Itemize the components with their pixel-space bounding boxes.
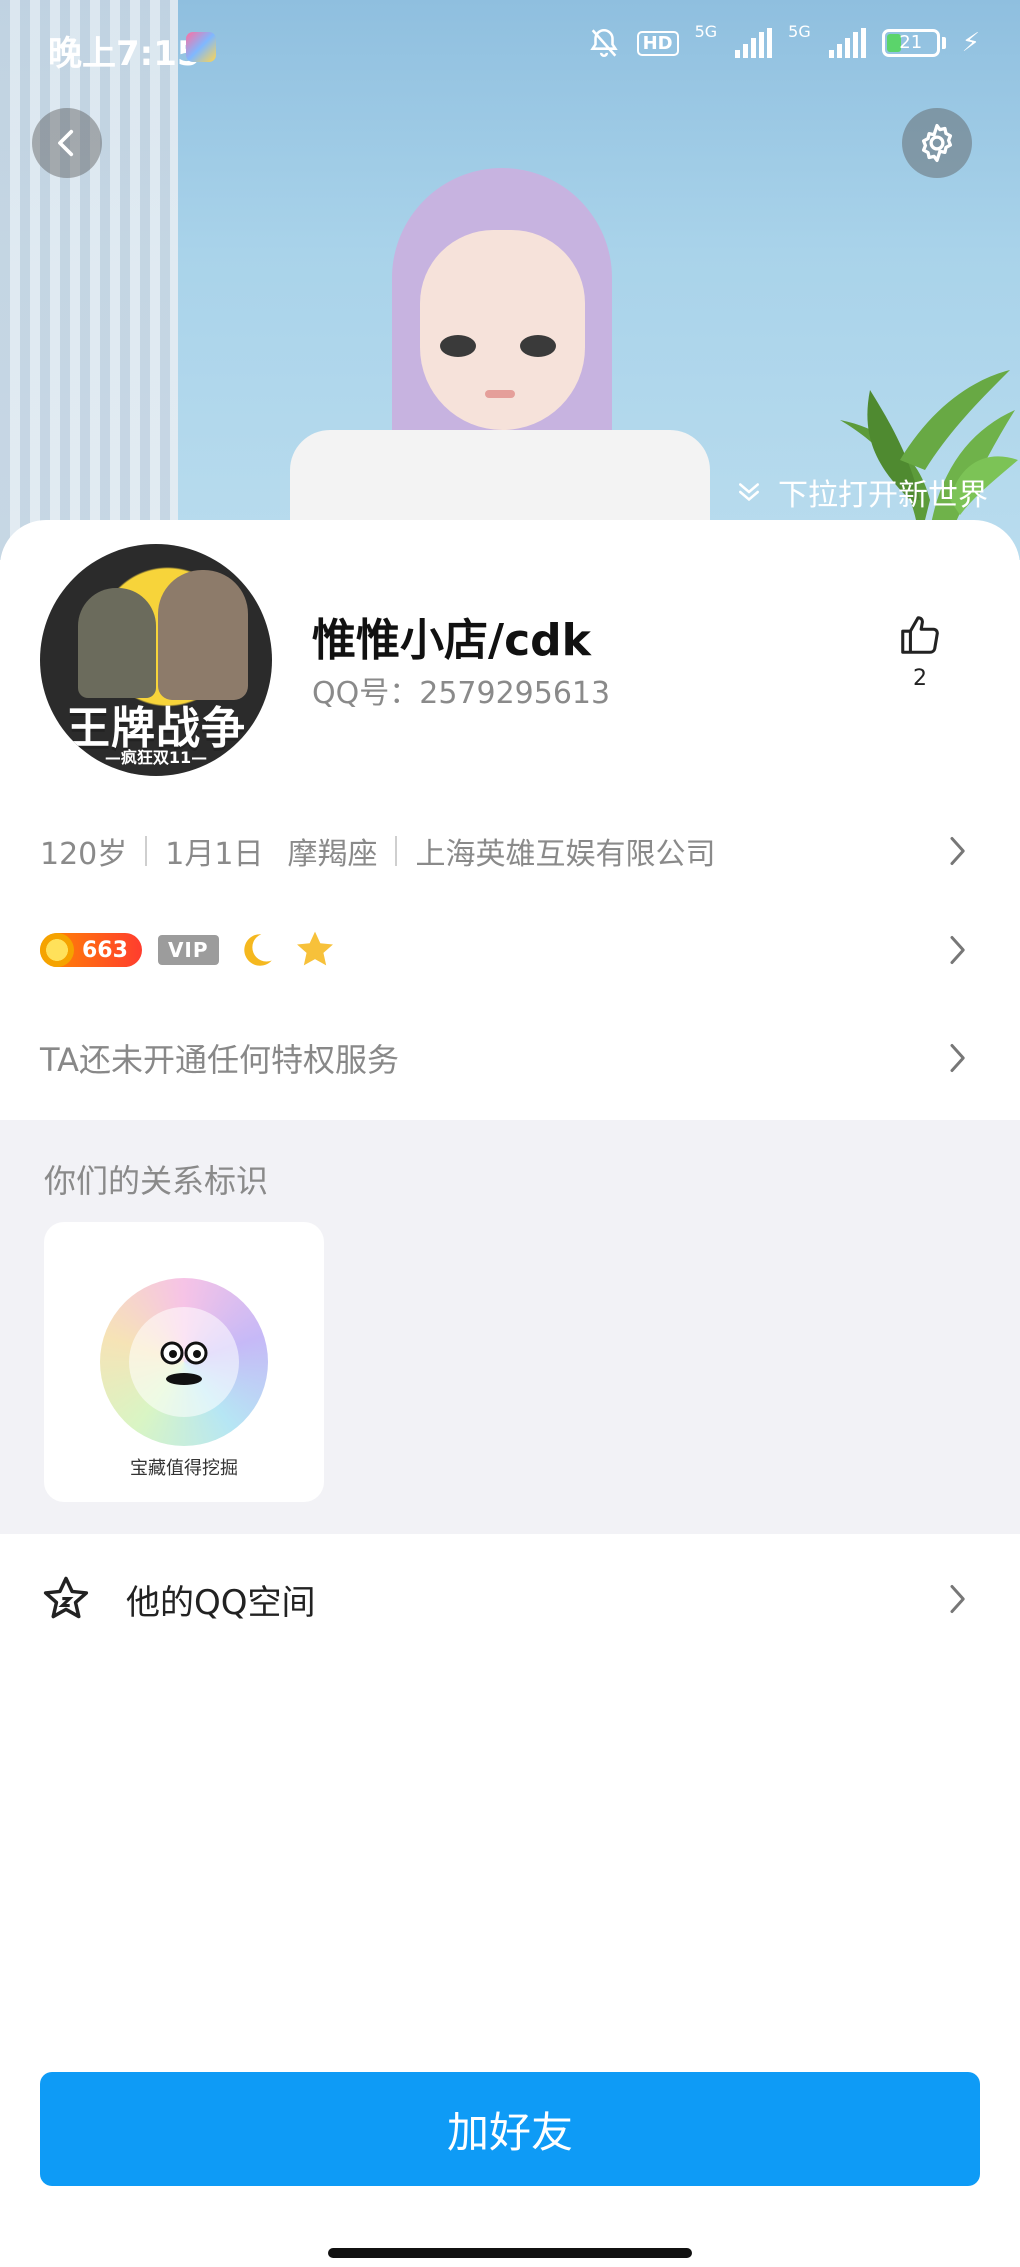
- qzone-label: 他的QQ空间: [126, 1582, 316, 1623]
- chevron-right-icon: [950, 936, 965, 964]
- qzone-row[interactable]: 他的QQ空间: [0, 1534, 1020, 1664]
- pull-hint-text: 下拉打开新世界: [778, 478, 988, 513]
- status-bar: 晚上7:15 HD 5G 5G 21 ⚡: [0, 0, 1020, 92]
- home-indicator[interactable]: [328, 2248, 692, 2258]
- badges-row[interactable]: 663 VIP: [0, 910, 1020, 990]
- qzone-star-icon: [43, 1576, 89, 1619]
- charging-icon: ⚡: [961, 28, 980, 58]
- battery-level: 21: [899, 32, 923, 53]
- profile-cover[interactable]: 晚上7:15 HD 5G 5G 21 ⚡ 下拉打开新世界: [0, 0, 1020, 560]
- avatar-figure: [78, 588, 156, 698]
- add-friend-button[interactable]: 加好友: [40, 2072, 980, 2186]
- signal-icon: [735, 28, 773, 58]
- qq-number-value: 2579295613: [419, 676, 611, 711]
- nickname: 惟惟小店/cdk: [312, 615, 591, 666]
- chevron-right-icon: [950, 1044, 965, 1072]
- settings-button[interactable]: [902, 108, 972, 178]
- relation-badge: [100, 1278, 268, 1446]
- chevron-right-icon: [950, 1585, 965, 1613]
- privilege-text: TA还未开通任何特权服务: [40, 1041, 399, 1079]
- chevron-right-icon: [950, 837, 965, 865]
- hd-icon: HD: [636, 30, 679, 56]
- battery-icon: 21: [881, 29, 946, 57]
- like-count: 2: [913, 666, 927, 691]
- mute-bell-icon: [589, 28, 618, 57]
- cover-avatar-mouth: [485, 390, 515, 398]
- relation-title: 你们的关系标识: [44, 1162, 269, 1200]
- divider: [395, 836, 398, 866]
- profile-card: 王牌战争 —疯狂双11— 惟惟小店/cdk QQ号：2579295613 2 1…: [0, 520, 1020, 2267]
- cover-avatar-eye: [440, 335, 476, 357]
- star-icon: [296, 931, 333, 966]
- relation-badge-text: 宝藏值得挖掘: [130, 1458, 238, 1479]
- status-icons: HD 5G 5G 21 ⚡: [587, 22, 980, 60]
- avatar[interactable]: 王牌战争 —疯狂双11—: [40, 544, 272, 776]
- sim1-label: 5G: [694, 21, 718, 41]
- birthday: 1月1日: [165, 837, 264, 872]
- signal-icon: [828, 28, 866, 58]
- profile-info-row[interactable]: 120岁 1月1日 摩羯座 上海英雄互娱有限公司: [0, 816, 1020, 886]
- double-chevron-down-icon: [739, 483, 759, 502]
- zodiac: 摩羯座: [287, 837, 378, 872]
- cover-avatar-eye: [520, 335, 556, 357]
- divider: [145, 836, 148, 866]
- age: 120岁: [40, 837, 128, 872]
- qq-number-label: QQ号：: [312, 676, 420, 711]
- cover-avatar-face: [420, 230, 585, 430]
- level-badge: 663: [40, 933, 142, 967]
- gear-icon: [921, 123, 953, 163]
- vip-badge: VIP: [157, 935, 219, 965]
- like-button[interactable]: 2: [890, 612, 950, 691]
- face-icon: [160, 1341, 208, 1385]
- chevron-left-icon: [58, 129, 74, 157]
- thumbs-up-icon: [901, 616, 939, 654]
- qq-number[interactable]: QQ号：2579295613: [312, 668, 610, 712]
- sim2-label: 5G: [788, 21, 811, 41]
- level-value: 663: [82, 937, 128, 963]
- status-time: 晚上7:15: [48, 34, 201, 74]
- moon-icon: [243, 934, 272, 966]
- privilege-row[interactable]: TA还未开通任何特权服务: [0, 1018, 1020, 1098]
- app-notification-icon: [186, 32, 216, 62]
- avatar-figure: [158, 570, 248, 700]
- back-button[interactable]: [32, 108, 102, 178]
- relation-badge-card[interactable]: 宝藏值得挖掘: [44, 1222, 324, 1502]
- company: 上海英雄互娱有限公司: [415, 837, 716, 872]
- pull-down-hint[interactable]: 下拉打开新世界: [734, 470, 988, 514]
- relation-section: 你们的关系标识 宝藏值得挖掘: [0, 1120, 1020, 1534]
- sun-icon: [40, 933, 74, 967]
- avatar-logo-subtext: —疯狂双11—: [104, 748, 208, 767]
